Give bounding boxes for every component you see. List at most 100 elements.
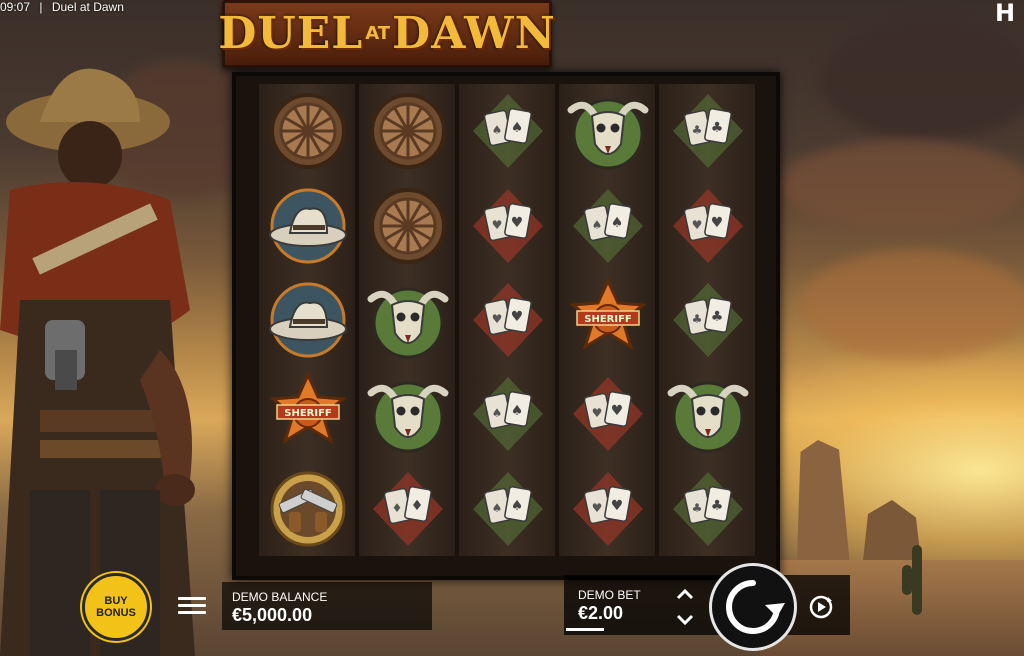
reel-symbol-cards-spades: ♠ ♠ (458, 84, 558, 178)
svg-text:♥: ♥ (492, 312, 503, 326)
cards-diamonds-icon: ♦ ♦ (373, 471, 443, 546)
cloud (780, 140, 1024, 230)
svg-text:SHERIFF: SHERIFF (584, 314, 632, 325)
reel-symbol-bull-skull (358, 367, 458, 461)
reel-symbol-cards-clubs: ♣ ♣ (658, 273, 758, 367)
svg-text:♠: ♠ (511, 403, 524, 419)
reel-symbol-sheriff-badge: SHERIFF (258, 367, 358, 461)
cards-clubs-icon: ♣ ♣ (673, 471, 743, 546)
reel-symbol-cards-spades: ♠ ♠ (458, 367, 558, 461)
bet-indicator (566, 628, 604, 631)
reel-symbol-cards-clubs: ♣ ♣ (658, 462, 758, 556)
autoplay-icon[interactable] (808, 594, 834, 620)
hat-icon (269, 282, 347, 358)
sheriff-badge-icon: SHERIFF (569, 277, 647, 351)
bull-skull-icon (567, 98, 649, 170)
cards-spades-icon: ♠ ♠ (573, 188, 643, 263)
wheel-icon (270, 93, 346, 170)
svg-text:♣: ♣ (711, 498, 724, 514)
cloud (820, 20, 1024, 140)
svg-text:♣: ♣ (692, 123, 703, 137)
bet-display[interactable]: DEMO BET €2.00 (570, 585, 660, 631)
cards-hearts-icon: ♥ ♥ (473, 188, 543, 263)
reel-symbol-cards-hearts: ♥ ♥ (558, 367, 658, 461)
spin-arrow-icon (726, 580, 785, 634)
reel-symbol-bull-skull (658, 367, 758, 461)
buy-bonus-label-line1: BUY (104, 595, 128, 607)
logo-word-at: AT (365, 23, 391, 44)
cactus (912, 545, 922, 615)
symbol-grid: ♠ ♠ ♣ ♣ ♥ ♥ ♠ ♠ ♥ ♥ ♥ ♥ SHERIFF ♣ ♣ SHER… (258, 84, 758, 556)
reel-symbol-hat (258, 273, 358, 367)
svg-text:♣: ♣ (692, 312, 703, 326)
svg-text:♠: ♠ (592, 218, 603, 232)
reel-symbol-cards-hearts: ♥ ♥ (458, 273, 558, 367)
reel-symbol-wheel (358, 178, 458, 272)
reel-symbol-cards-hearts: ♥ ♥ (458, 178, 558, 272)
svg-text:♠: ♠ (492, 406, 503, 420)
chevron-down-icon (676, 614, 694, 626)
cards-spades-icon: ♠ ♠ (473, 471, 543, 546)
svg-text:♥: ♥ (511, 215, 524, 231)
cards-hearts-icon: ♥ ♥ (673, 188, 743, 263)
hat-icon (269, 188, 347, 264)
reel-symbol-wheel (358, 84, 458, 178)
cards-clubs-icon: ♣ ♣ (673, 94, 743, 169)
buy-bonus-button[interactable]: BUY BONUS (82, 573, 150, 641)
game-logo: DUEL AT DAWN (218, 0, 555, 68)
wheel-icon (370, 93, 446, 170)
balance-value: €5,000.00 (232, 605, 313, 625)
cloud (800, 250, 1024, 360)
balance-panel: DEMO BALANCE €5,000.00 (222, 582, 432, 630)
cards-spades-icon: ♠ ♠ (473, 377, 543, 452)
spin-button[interactable] (709, 563, 797, 651)
separator: | (39, 0, 43, 14)
cards-spades-icon: ♠ ♠ (473, 94, 543, 169)
bull-skull-icon (667, 381, 749, 453)
svg-text:♥: ♥ (611, 498, 624, 514)
svg-text:♠: ♠ (511, 120, 524, 136)
cards-hearts-icon: ♥ ♥ (573, 471, 643, 546)
clock: 09:07 (0, 0, 31, 14)
svg-text:♦: ♦ (411, 498, 424, 514)
reel-symbol-hat (258, 178, 358, 272)
reel-symbol-cards-diamonds: ♦ ♦ (358, 462, 458, 556)
svg-text:♥: ♥ (692, 218, 703, 232)
cactus (902, 565, 912, 595)
svg-text:♥: ♥ (611, 403, 624, 419)
cards-hearts-icon: ♥ ♥ (573, 377, 643, 452)
svg-text:♠: ♠ (492, 123, 503, 137)
wheel-icon (370, 187, 446, 264)
svg-text:♦: ♦ (392, 501, 403, 515)
svg-text:♠: ♠ (492, 501, 503, 515)
svg-text:♥: ♥ (592, 406, 603, 420)
cards-clubs-icon: ♣ ♣ (673, 282, 743, 357)
reel-symbol-sheriff-badge: SHERIFF (558, 273, 658, 367)
svg-text:♣: ♣ (711, 120, 724, 136)
balance-label: DEMO BALANCE (232, 590, 328, 604)
logo-word-duel: DUEL (218, 8, 364, 59)
reel-symbol-bull-skull (358, 273, 458, 367)
svg-text:♣: ♣ (711, 309, 724, 325)
menu-hamburger-icon[interactable] (178, 594, 206, 618)
game-title: Duel at Dawn (51, 0, 124, 14)
reel-symbol-revolvers (258, 462, 358, 556)
chevron-up-icon (676, 588, 694, 600)
svg-text:♠: ♠ (611, 215, 624, 231)
reel-symbol-wheel (258, 84, 358, 178)
reel-symbol-cards-hearts: ♥ ♥ (658, 178, 758, 272)
revolvers-icon (270, 471, 346, 547)
svg-text:♥: ♥ (492, 218, 503, 232)
reel-symbol-bull-skull (558, 84, 658, 178)
svg-text:♣: ♣ (692, 501, 703, 515)
reel-symbol-cards-clubs: ♣ ♣ (658, 84, 758, 178)
reel-symbol-cards-spades: ♠ ♠ (558, 178, 658, 272)
sheriff-badge-icon: SHERIFF (269, 371, 347, 445)
svg-text:SHERIFF: SHERIFF (284, 408, 332, 419)
bull-skull-icon (367, 381, 449, 453)
reel-symbol-cards-spades: ♠ ♠ (458, 462, 558, 556)
reel-symbol-cards-hearts: ♥ ♥ (558, 462, 658, 556)
svg-text:♥: ♥ (711, 215, 724, 231)
bet-adjust-arrows[interactable] (670, 584, 700, 630)
svg-text:♥: ♥ (592, 501, 603, 515)
